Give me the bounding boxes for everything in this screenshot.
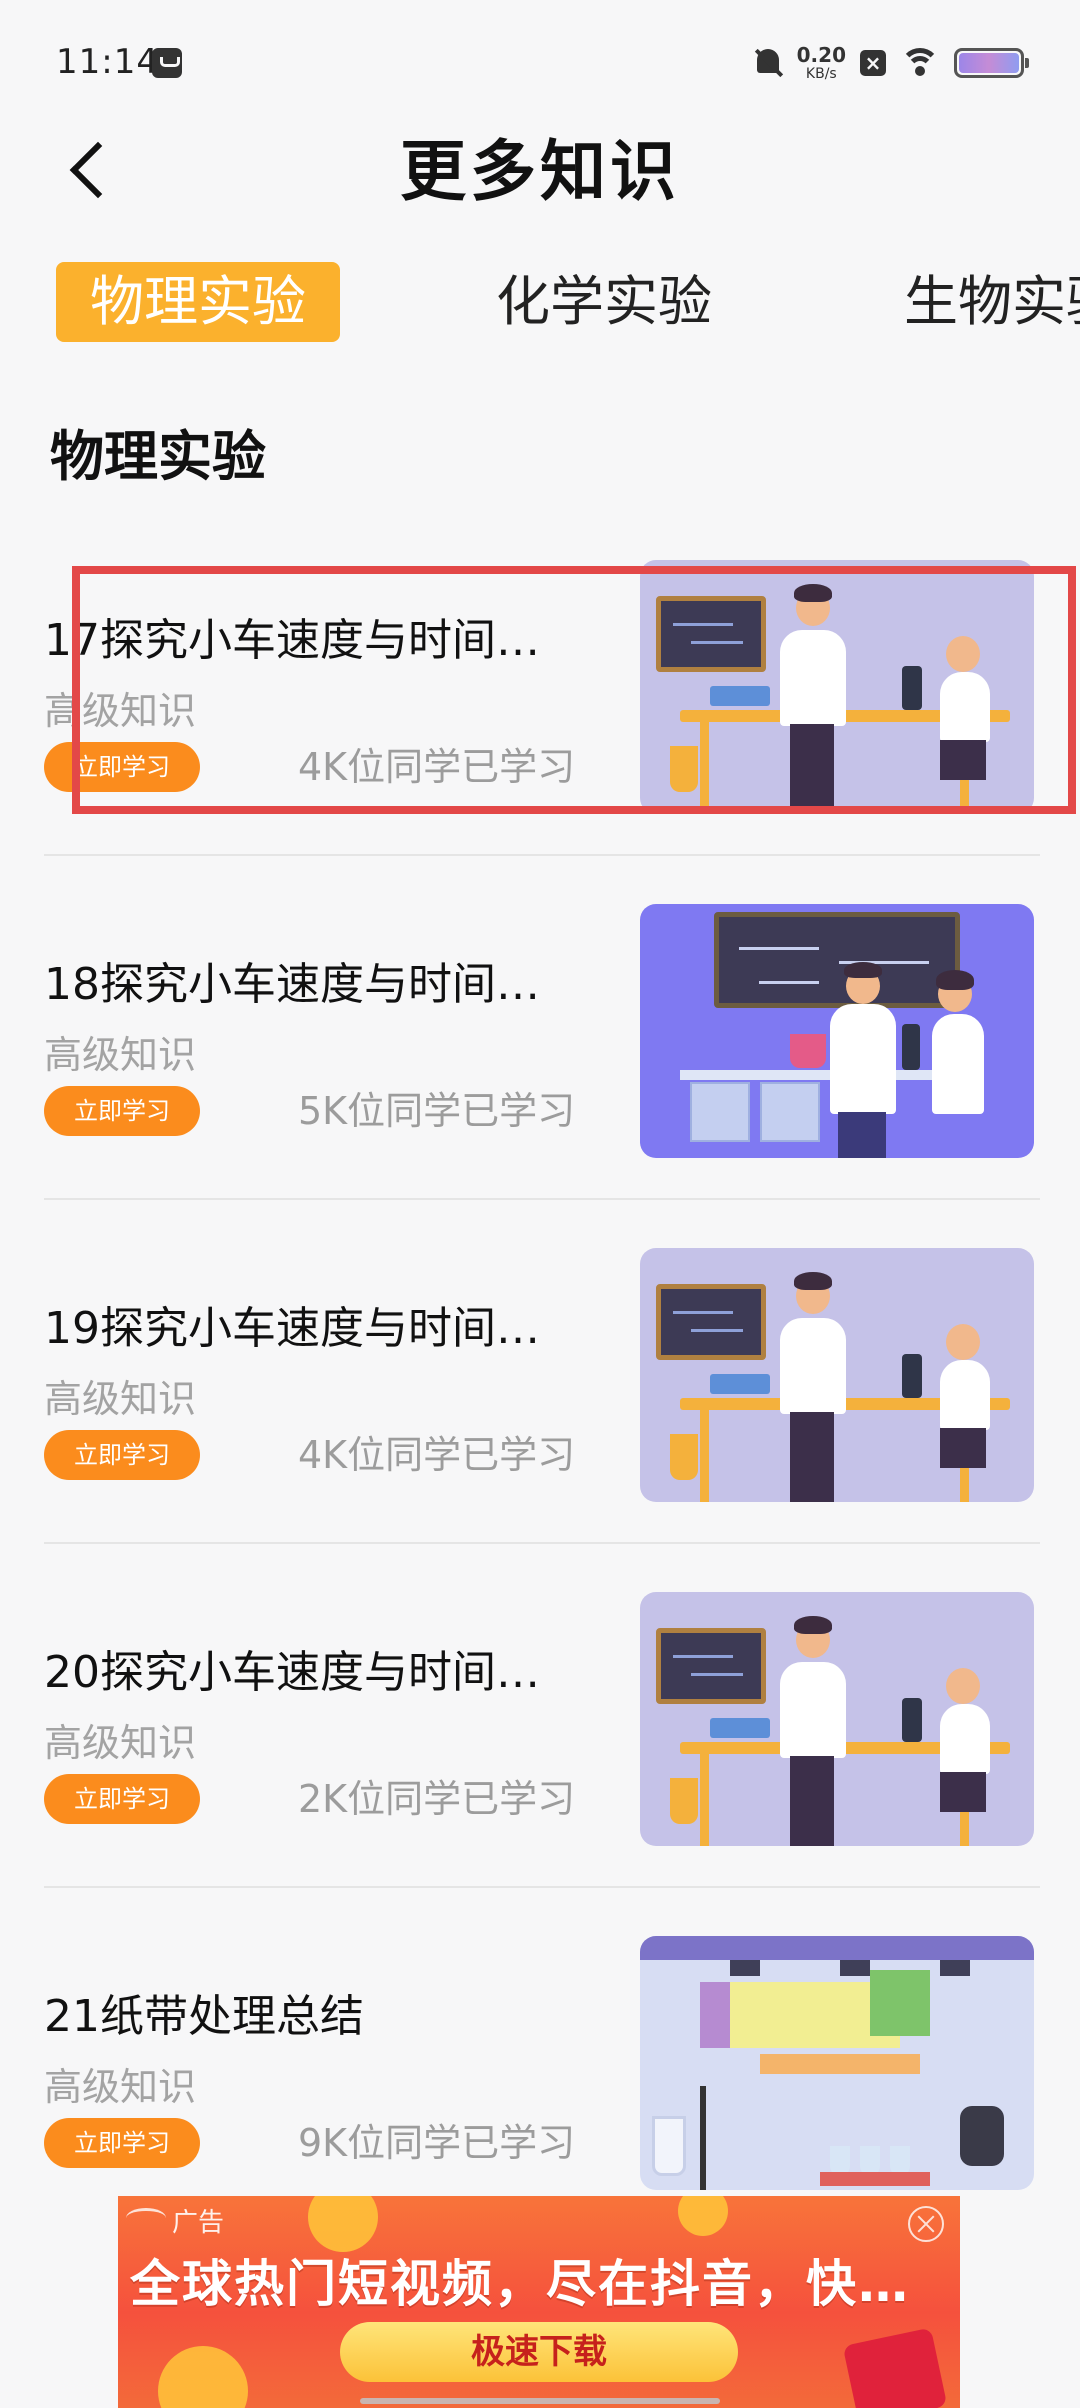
list-item[interactable]: 20探究小车速度与时间… 高级知识 立即学习 2K位同学已学习: [44, 1574, 1040, 1918]
download-button[interactable]: 极速下载: [340, 2322, 738, 2382]
learner-count: 9K位同学已学习: [298, 2121, 576, 2165]
lab-scientists-thumbnail[interactable]: [640, 1248, 1034, 1502]
x-app-icon: ×: [860, 50, 886, 76]
learner-count: 5K位同学已学习: [298, 1089, 576, 1133]
network-speed-unit: KB/s: [805, 66, 837, 82]
ad-banner[interactable]: 广告 全球热门短视频，尽在抖音，快… 极速下载: [118, 2196, 960, 2408]
close-icon[interactable]: [908, 2206, 944, 2242]
network-speed-value: 0.20: [796, 43, 846, 67]
list-item[interactable]: 18探究小车速度与时间… 高级知识 立即学习 5K位同学已学习: [44, 886, 1040, 1230]
network-speed: 0.20 KB/s: [797, 45, 846, 81]
status-icons: 0.20 KB/s ×: [753, 38, 1029, 88]
ad-progress-bar: [360, 2398, 720, 2404]
blackboard: [656, 1284, 766, 1360]
divider: [44, 1542, 1040, 1544]
red-envelope-icon: [842, 2327, 948, 2408]
scientist-figure: [830, 1004, 896, 1114]
item-title: 18探究小车速度与时间…: [44, 959, 540, 1010]
status-time: 11:14: [56, 42, 159, 82]
tab-physics[interactable]: 物理实验: [56, 262, 340, 342]
blackboard: [714, 912, 960, 1008]
tab-biology[interactable]: 生物实验: [904, 262, 1080, 342]
learn-now-button[interactable]: 立即学习: [44, 1430, 200, 1480]
divider: [44, 854, 1040, 856]
learner-count: 4K位同学已学习: [298, 1433, 576, 1477]
scientist-figure: [780, 1318, 846, 1414]
page-title: 更多知识: [400, 133, 680, 210]
lab-scientists-thumbnail[interactable]: [640, 1592, 1034, 1846]
microscope-icon: [960, 2106, 1004, 2166]
ad-logo-icon: [126, 2208, 166, 2228]
item-level: 高级知识: [44, 1377, 197, 1421]
item-title: 20探究小车速度与时间…: [44, 1647, 540, 1698]
bell-muted-icon: [753, 47, 783, 79]
wifi-icon: [900, 48, 940, 78]
category-tabs: 物理实验 化学实验 生物实验: [0, 262, 1080, 346]
learn-now-button[interactable]: 立即学习: [44, 1086, 200, 1136]
lab-blackboard-thumbnail[interactable]: [640, 904, 1034, 1158]
microscope-icon: [902, 1024, 920, 1070]
battery-icon: [954, 48, 1029, 78]
item-level: 高级知识: [44, 1721, 197, 1765]
item-title: 21纸带处理总结: [44, 1991, 364, 2042]
message-notification-icon: [152, 48, 182, 78]
item-level: 高级知识: [44, 1033, 197, 1077]
list-item[interactable]: 19探究小车速度与时间… 高级知识 立即学习 4K位同学已学习: [44, 1230, 1040, 1574]
item-title: 19探究小车速度与时间…: [44, 1303, 540, 1354]
status-bar: 11:14 0.20 KB/s ×: [0, 0, 1080, 126]
microscope-icon: [902, 1698, 922, 1742]
learner-count: 2K位同学已学习: [298, 1777, 576, 1821]
section-title: 物理实验: [50, 425, 266, 488]
tab-chemistry[interactable]: 化学实验: [496, 262, 712, 342]
microscope-icon: [902, 1354, 922, 1398]
item-level: 高级知识: [44, 2065, 197, 2109]
ad-text: 全球热门短视频，尽在抖音，快…: [130, 2255, 910, 2313]
coin-icon: [158, 2346, 248, 2408]
ad-label: 广告: [172, 2208, 225, 2238]
blackboard: [656, 1628, 766, 1704]
learn-now-button[interactable]: 立即学习: [44, 1774, 200, 1824]
highlight-box: [72, 566, 1076, 814]
divider: [44, 1886, 1040, 1888]
scientist-figure: [780, 1662, 846, 1758]
learn-now-button[interactable]: 立即学习: [44, 2118, 200, 2168]
divider: [44, 1198, 1040, 1200]
lab-equipment-thumbnail[interactable]: [640, 1936, 1034, 2190]
